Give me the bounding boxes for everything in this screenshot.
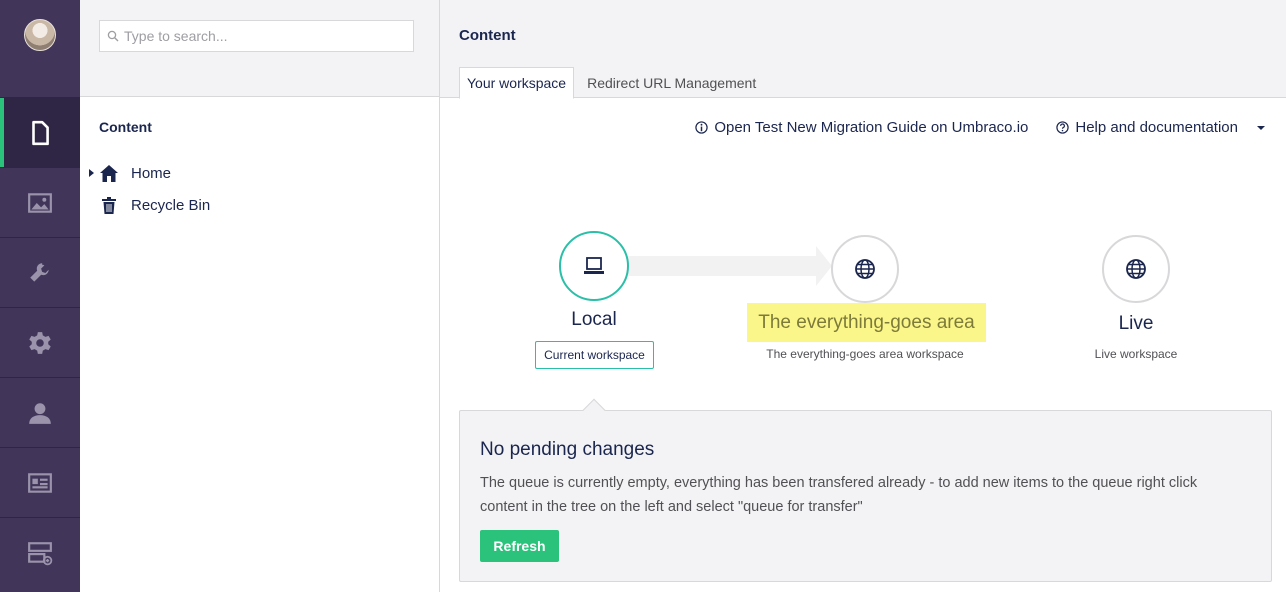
tree-node-label: Home	[131, 164, 172, 182]
search-input[interactable]	[124, 28, 404, 44]
form-icon	[28, 541, 53, 565]
user-icon	[29, 402, 51, 424]
gear-icon	[29, 331, 51, 354]
globe-icon	[855, 259, 875, 279]
live-title: Live	[1118, 313, 1154, 334]
refresh-button[interactable]: Refresh	[480, 530, 559, 562]
avatar[interactable]	[24, 19, 56, 51]
caret-placeholder	[86, 199, 98, 211]
section-media[interactable]	[0, 167, 80, 237]
expand-caret-icon[interactable]	[86, 167, 98, 179]
pending-description: The queue is currently empty, everything…	[480, 475, 1198, 515]
trash-icon	[99, 195, 119, 215]
info-icon	[695, 121, 709, 134]
tree-search-area	[80, 0, 439, 97]
search-box[interactable]	[99, 20, 414, 52]
current-workspace-badge: Current workspace	[535, 341, 654, 369]
section-bar	[0, 0, 80, 592]
main-header: Content Your workspace Redirect URL Mana…	[440, 0, 1286, 99]
env-title: The everything-goes area	[747, 303, 986, 342]
workflow-arrow	[628, 256, 820, 276]
help-docs-link[interactable]: Help and documentation	[1056, 119, 1238, 136]
search-icon	[107, 30, 119, 42]
tabs: Your workspace Redirect URL Management	[459, 67, 769, 99]
env-subtitle: The everything-goes area workspace	[766, 347, 964, 361]
question-icon	[1056, 121, 1070, 134]
image-icon	[28, 192, 52, 213]
id-card-icon	[28, 472, 52, 493]
help-docs-label: Help and documentation	[1075, 119, 1238, 136]
local-environment-circle	[559, 231, 629, 301]
avatar-area	[0, 0, 80, 97]
page-title: Content	[459, 27, 516, 44]
section-content[interactable]	[0, 97, 80, 167]
chevron-down-icon[interactable]	[1256, 123, 1266, 133]
pending-changes-panel: No pending changes The queue is currentl…	[459, 410, 1272, 582]
main-area: Content Your workspace Redirect URL Mana…	[440, 0, 1286, 592]
tab-your-workspace[interactable]: Your workspace	[459, 67, 575, 99]
tree-heading: Content	[99, 119, 152, 135]
pending-title: No pending changes	[480, 439, 655, 460]
section-settings-tools[interactable]	[0, 237, 80, 307]
tree-node-label: Recycle Bin	[131, 196, 211, 214]
section-users[interactable]	[0, 377, 80, 447]
migration-guide-link[interactable]: Open Test New Migration Guide on Umbraco…	[695, 119, 1028, 136]
section-settings[interactable]	[0, 307, 80, 377]
home-icon	[99, 163, 119, 183]
tab-redirect-url-management[interactable]: Redirect URL Management	[580, 67, 763, 98]
workflow-arrow-head	[816, 246, 832, 286]
env-environment-circle[interactable]	[831, 235, 899, 303]
live-environment-circle[interactable]	[1102, 235, 1170, 303]
section-members[interactable]	[0, 447, 80, 517]
wrench-icon	[30, 262, 49, 282]
tree-node-recycle-bin[interactable]: Recycle Bin	[86, 193, 210, 217]
tree-node-home[interactable]: Home	[86, 161, 171, 185]
migration-guide-label: Open Test New Migration Guide on Umbraco…	[714, 119, 1029, 136]
globe-icon	[1126, 259, 1146, 279]
tree-panel: Content Home Recycle Bin	[80, 0, 440, 592]
live-subtitle: Live workspace	[1094, 347, 1178, 361]
laptop-icon	[584, 257, 604, 274]
document-icon	[32, 120, 49, 145]
section-forms[interactable]	[0, 517, 80, 587]
help-bar: Open Test New Migration Guide on Umbraco…	[667, 119, 1266, 136]
local-title: Local	[571, 309, 617, 330]
